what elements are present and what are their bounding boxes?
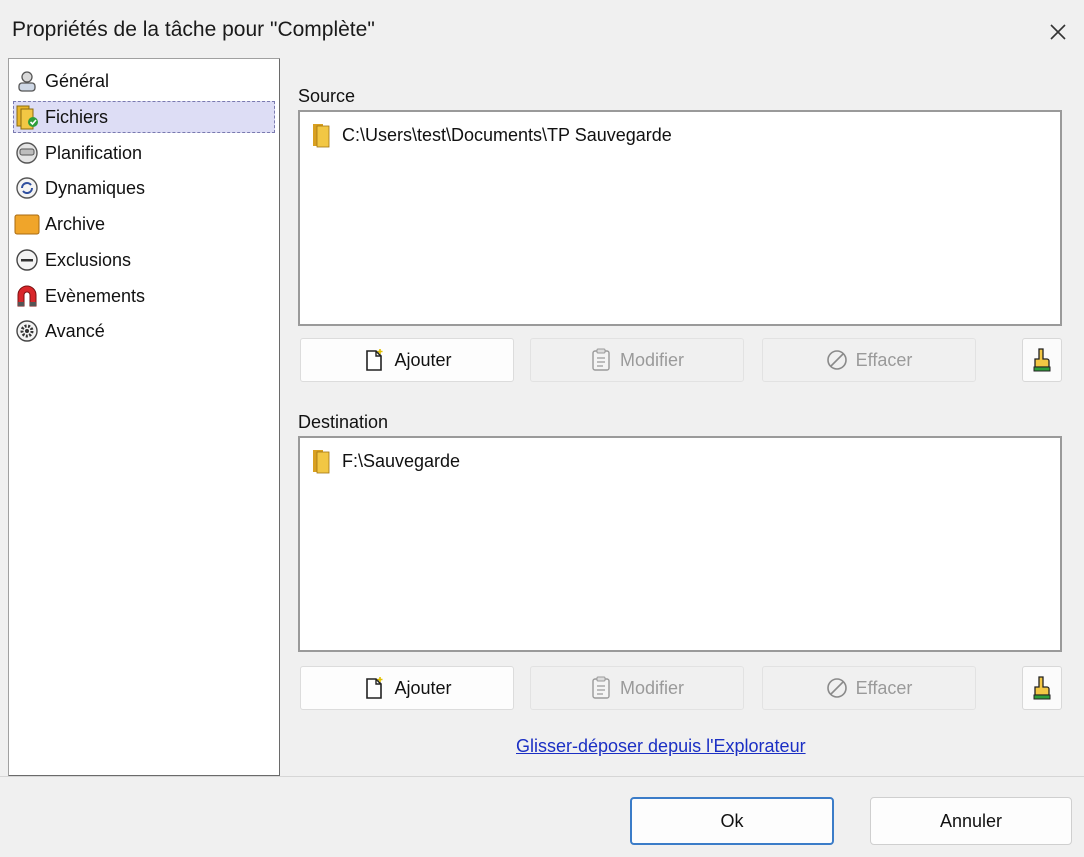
category-list[interactable]: Général Fichiers Planification Dynamique… xyxy=(8,58,281,777)
edit-document-icon xyxy=(590,676,612,700)
refresh-icon xyxy=(13,174,41,202)
source-add-button[interactable]: Ajouter xyxy=(300,338,514,382)
pointer-hand-icon xyxy=(1033,348,1051,372)
title-bar: Propriétés de la tâche pour "Complète" xyxy=(0,0,1084,60)
nav-item-label: Dynamiques xyxy=(45,177,146,198)
destination-browse-button[interactable] xyxy=(1022,666,1062,710)
source-browse-button[interactable] xyxy=(1022,338,1062,382)
ok-button[interactable]: Ok xyxy=(630,797,834,845)
source-list[interactable]: C:\Users\test\Documents\TP Sauvegarde xyxy=(298,110,1062,326)
nav-item-general[interactable]: Général xyxy=(13,65,275,97)
archive-icon xyxy=(13,210,41,238)
dialog-footer: Ok Annuler xyxy=(0,776,1084,857)
source-modify-button[interactable]: Modifier xyxy=(530,338,744,382)
nav-item-label: Planification xyxy=(45,142,143,163)
destination-list[interactable]: F:\Sauvegarde xyxy=(298,436,1062,652)
destination-add-button[interactable]: Ajouter xyxy=(300,666,514,710)
source-add-label: Ajouter xyxy=(394,349,452,370)
files-page: Source C:\Users\test\Documents\TP Sauveg… xyxy=(280,58,1084,776)
minus-circle-icon xyxy=(13,246,41,274)
pointer-hand-icon xyxy=(1033,676,1051,700)
no-entry-icon xyxy=(826,349,848,371)
edit-document-icon xyxy=(590,348,612,372)
nav-item-label: Archive xyxy=(45,213,106,234)
window-title: Propriétés de la tâche pour "Complète" xyxy=(12,18,375,41)
source-clear-button[interactable]: Effacer xyxy=(762,338,976,382)
new-document-icon xyxy=(362,348,386,372)
clock-icon xyxy=(13,139,41,167)
nav-item-label: Général xyxy=(45,70,110,91)
source-modify-label: Modifier xyxy=(619,349,685,370)
destination-add-label: Ajouter xyxy=(394,677,452,698)
destination-modify-label: Modifier xyxy=(619,677,685,698)
folder-icon xyxy=(313,450,330,474)
destination-label: Destination xyxy=(298,412,389,432)
nav-item-exclusions[interactable]: Exclusions xyxy=(13,244,275,276)
source-clear-label: Effacer xyxy=(855,349,913,370)
nav-item-planning[interactable]: Planification xyxy=(13,137,275,169)
magnet-icon xyxy=(13,282,41,310)
nav-item-dynamics[interactable]: Dynamiques xyxy=(13,172,275,204)
nav-item-label: Exclusions xyxy=(45,249,132,270)
nav-item-label: Fichiers xyxy=(45,106,109,127)
list-item[interactable]: F:\Sauvegarde xyxy=(312,448,460,474)
list-item-text: C:\Users\test\Documents\TP Sauvegarde xyxy=(342,124,672,145)
close-icon xyxy=(1050,24,1066,40)
gear-icon xyxy=(13,317,41,345)
user-settings-icon xyxy=(13,67,41,95)
close-button[interactable] xyxy=(1038,12,1078,52)
nav-item-archive[interactable]: Archive xyxy=(13,208,275,240)
drag-drop-explorer-link[interactable]: Glisser-déposer depuis l'Explorateur xyxy=(516,736,806,757)
source-label: Source xyxy=(298,86,356,106)
list-item[interactable]: C:\Users\test\Documents\TP Sauvegarde xyxy=(312,122,672,148)
destination-modify-button[interactable]: Modifier xyxy=(530,666,744,710)
destination-clear-label: Effacer xyxy=(855,677,913,698)
cancel-button[interactable]: Annuler xyxy=(870,797,1072,845)
folder-icon xyxy=(313,124,330,148)
nav-item-label: Avancé xyxy=(45,320,105,341)
destination-clear-button[interactable]: Effacer xyxy=(762,666,976,710)
nav-item-advanced[interactable]: Avancé xyxy=(13,315,275,347)
list-item-text: F:\Sauvegarde xyxy=(342,450,461,471)
nav-item-label: Evènements xyxy=(45,285,146,306)
new-document-icon xyxy=(362,676,386,700)
files-icon xyxy=(13,103,41,131)
no-entry-icon xyxy=(826,677,848,699)
nav-item-files[interactable]: Fichiers xyxy=(13,101,275,133)
nav-item-events[interactable]: Evènements xyxy=(13,280,275,312)
